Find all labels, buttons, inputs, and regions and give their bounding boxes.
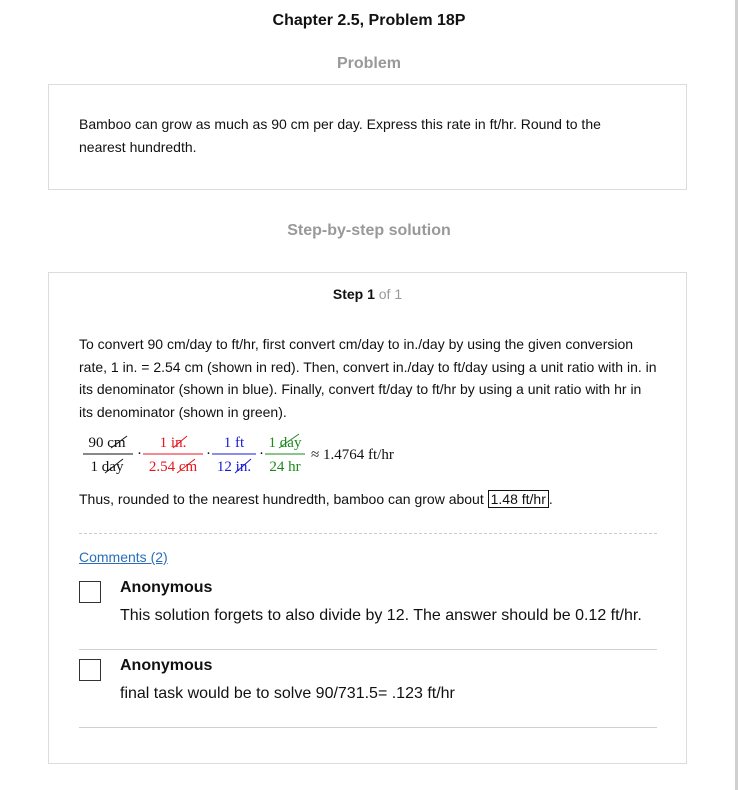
fraction-4-denominator: 24 hr	[269, 459, 300, 475]
svg-text:·: ·	[137, 446, 142, 462]
step-label: Step 1	[332, 286, 375, 302]
solution-heading: Step-by-step solution	[287, 222, 451, 239]
conversion-equation: 90 cm 1 day · 1 in. 2.54 cm · 1 ft 12 in…	[79, 431, 439, 477]
conclusion: Thus, rounded to the nearest hundredth, …	[79, 490, 553, 508]
comment-text: This solution forgets to also divide by …	[120, 607, 642, 624]
fraction-4-numerator: 1 day	[269, 435, 302, 451]
step-header: Step 1 of 1	[49, 286, 686, 302]
conclusion-period: .	[548, 491, 553, 507]
comments-link[interactable]: Comments (2)	[79, 549, 168, 565]
problem-heading: Problem	[336, 55, 401, 72]
solution-box: Step 1 of 1 To convert 90 cm/day to ft/h…	[48, 272, 687, 764]
svg-text:·: ·	[206, 446, 211, 462]
problem-text: Bamboo can grow as much as 90 cm per day…	[79, 116, 601, 155]
fraction-3-numerator: 1 ft	[224, 435, 245, 451]
svg-text:·: ·	[259, 446, 264, 462]
fraction-1-denominator: 1 day	[91, 459, 124, 475]
fraction-2-numerator: 1 in.	[160, 435, 187, 451]
fraction-1-numerator: 90 cm	[88, 435, 125, 451]
comment-item: Anonymous final task would be to solve 9…	[79, 649, 657, 728]
comment-text: final task would be to solve 90/731.5= .…	[120, 685, 455, 702]
comment-author: Anonymous	[120, 657, 213, 674]
equation-result: ≈ 1.4764 ft/hr	[311, 447, 394, 463]
problem-box: Bamboo can grow as much as 90 cm per day…	[48, 84, 687, 190]
conclusion-text: Thus, rounded to the nearest hundredth, …	[79, 491, 484, 507]
step-explanation: To convert 90 cm/day to ft/hr, first con…	[79, 336, 657, 420]
comment-checkbox[interactable]	[79, 659, 101, 681]
fraction-3-denominator: 12 in.	[217, 459, 251, 475]
comment-author: Anonymous	[120, 579, 213, 596]
fraction-2-denominator: 2.54 cm	[149, 459, 198, 475]
comment-checkbox[interactable]	[79, 581, 101, 603]
comment-item: Anonymous This solution forgets to also …	[79, 571, 657, 650]
step-count: of 1	[378, 286, 403, 302]
page-title: Chapter 2.5, Problem 18P	[272, 12, 466, 29]
divider	[79, 533, 657, 534]
answer-box: 1.48 ft/hr	[487, 490, 549, 508]
